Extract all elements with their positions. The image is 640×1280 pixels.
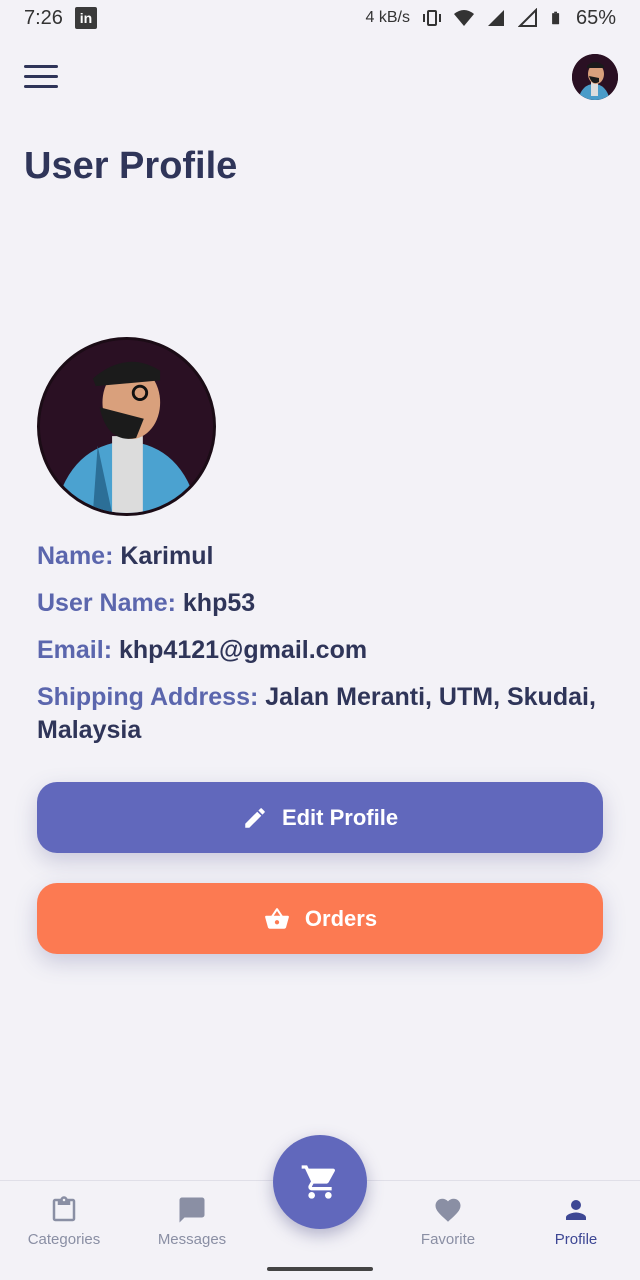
- signal-icon: [487, 10, 504, 26]
- username-row: User Name: khp53: [37, 587, 607, 620]
- orders-label: Orders: [304, 905, 378, 931]
- name-value: Karimul: [120, 542, 214, 570]
- username-value: khp53: [182, 589, 256, 617]
- email-row: Email: khp4121@gmail.com: [37, 634, 607, 667]
- nav-item-categories[interactable]: Categories: [14, 1195, 114, 1248]
- edit-profile-button[interactable]: Edit Profile: [37, 782, 603, 853]
- profile-info: Name: Karimul User Name: khp53 Email: kh…: [37, 540, 607, 761]
- name-row: Name: Karimul: [37, 540, 607, 573]
- nav-label-categories: Categories: [27, 1231, 101, 1248]
- hamburger-menu-icon[interactable]: [24, 65, 58, 91]
- orders-button[interactable]: Orders: [37, 883, 603, 954]
- battery-level: 65%: [575, 6, 616, 29]
- nav-item-profile[interactable]: Profile: [526, 1195, 626, 1248]
- battery-icon: [552, 11, 560, 25]
- linkedin-icon: in: [74, 7, 97, 29]
- user-avatar-image: [572, 54, 618, 100]
- email-label: Email:: [37, 636, 113, 664]
- pencil-icon: [245, 807, 265, 828]
- cart-fab-button[interactable]: [273, 1135, 367, 1229]
- nav-item-messages[interactable]: Messages: [142, 1195, 242, 1248]
- email-value: khp4121@gmail.com: [118, 636, 368, 664]
- profile-avatar-image: [40, 340, 213, 513]
- nav-label-messages: Messages: [157, 1231, 227, 1248]
- basket-icon: [265, 907, 289, 929]
- username-label: User Name:: [37, 589, 176, 617]
- person-icon: [566, 1200, 586, 1220]
- home-indicator[interactable]: [267, 1267, 373, 1271]
- app-bar: [24, 52, 618, 102]
- profile-avatar: [37, 337, 216, 516]
- edit-profile-label: Edit Profile: [281, 804, 399, 830]
- vibrate-icon: [422, 10, 441, 26]
- status-right: 4 kB/s 65%: [366, 7, 617, 30]
- avatar[interactable]: [572, 54, 618, 100]
- signal-empty-icon: [517, 8, 537, 27]
- message-icon: [179, 1197, 205, 1223]
- address-row: Shipping Address: Jalan Meranti, UTM, Sk…: [37, 681, 607, 747]
- wifi-icon: [453, 10, 474, 26]
- heart-icon: [435, 1198, 461, 1222]
- status-left: 7:26 in: [24, 7, 97, 30]
- cart-icon: [301, 1165, 336, 1199]
- status-bar: 7:26 in 4 kB/s 65%: [0, 0, 640, 36]
- status-time: 7:26: [24, 6, 63, 29]
- page-title: User Profile: [24, 145, 238, 187]
- nav-item-favorite[interactable]: Favorite: [398, 1195, 498, 1248]
- network-speed: 4 kB/s: [365, 9, 410, 26]
- name-label: Name:: [37, 542, 114, 570]
- nav-label-favorite: Favorite: [420, 1231, 476, 1248]
- address-label: Shipping Address:: [37, 683, 259, 711]
- clipboard-icon: [52, 1196, 76, 1222]
- nav-label-profile: Profile: [554, 1231, 598, 1248]
